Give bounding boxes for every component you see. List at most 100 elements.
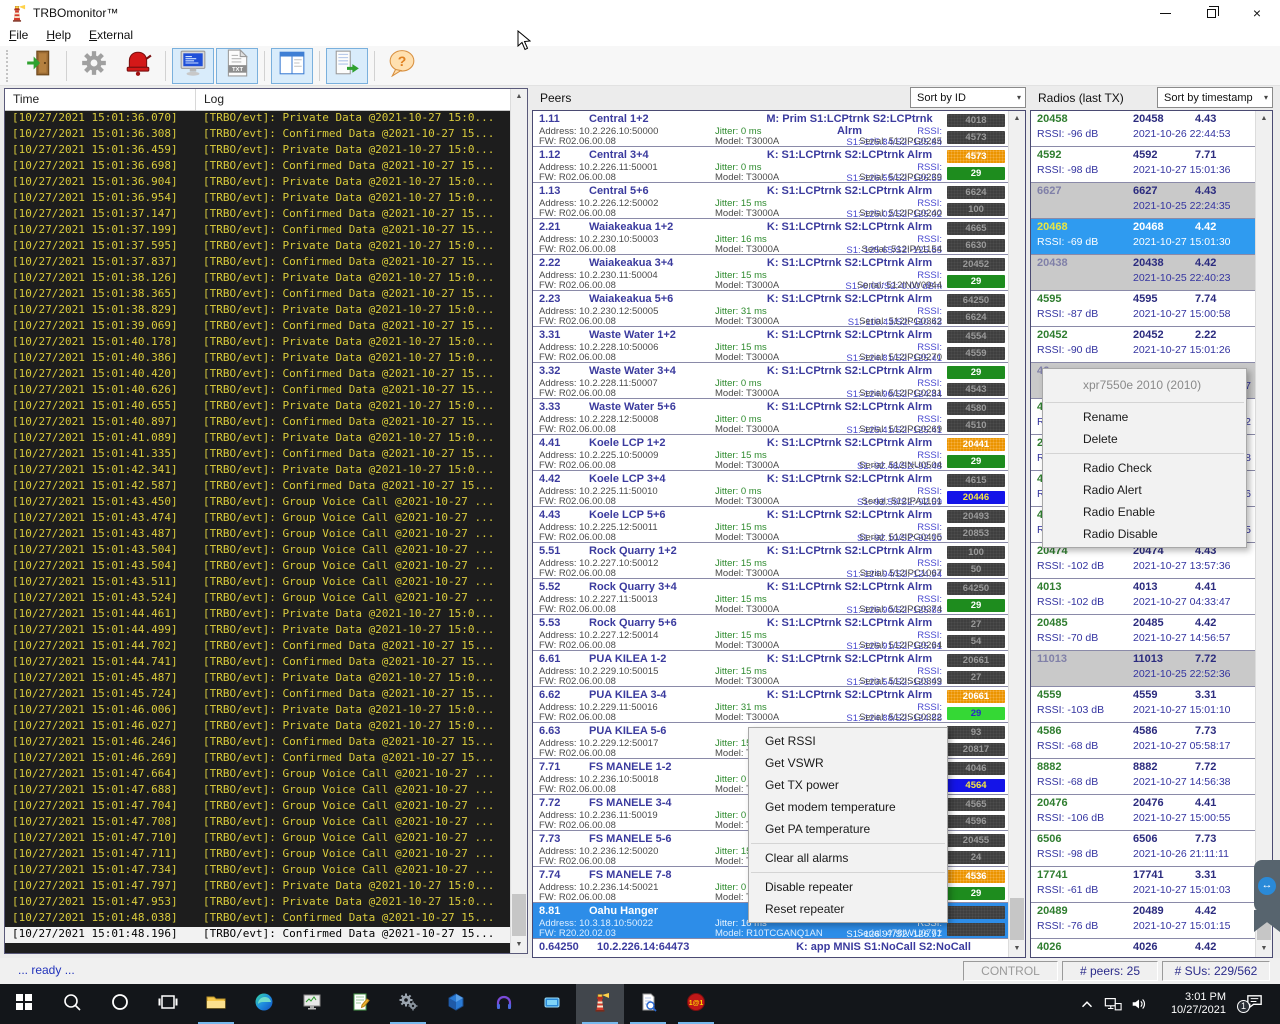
menu-help[interactable]: Help bbox=[37, 26, 80, 46]
log-row[interactable]: [10/27/2021 15:01:40.178][TRBO/evt]: Pri… bbox=[5, 335, 510, 351]
log-row[interactable]: [10/27/2021 15:01:38.365][TRBO/evt]: Con… bbox=[5, 287, 510, 303]
log-column-log[interactable]: Log bbox=[195, 89, 510, 110]
log-row[interactable]: [10/27/2021 15:01:42.587][TRBO/evt]: Con… bbox=[5, 479, 510, 495]
scroll-thumb[interactable] bbox=[512, 894, 526, 936]
peer-row-5-52[interactable]: 5.52Rock Quarry 3+4K: S1:LCPtrnk S2:LCPt… bbox=[533, 579, 1008, 615]
log-row[interactable]: [10/27/2021 15:01:37.595][TRBO/evt]: Pri… bbox=[5, 239, 510, 255]
toolbar-log-monitor-button[interactable] bbox=[172, 48, 214, 84]
scroll-up-arrow-icon[interactable]: ▲ bbox=[1009, 111, 1025, 127]
log-row[interactable]: [10/27/2021 15:01:36.954][TRBO/evt]: Pri… bbox=[5, 191, 510, 207]
radio-row-20438[interactable]: 20438204384.422021-10-25 22:40:23 bbox=[1031, 255, 1255, 291]
taskbar-clock[interactable]: 3:01 PM 10/27/2021 bbox=[1162, 991, 1226, 1017]
taskbar-gears-app-button[interactable] bbox=[384, 984, 432, 1024]
context-menu-item-rename[interactable]: Rename bbox=[1043, 406, 1246, 428]
peer-row-2-23[interactable]: 2.23Waiakeakua 5+6K: S1:LCPtrnk S2:LCPtr… bbox=[533, 291, 1008, 327]
peer-row-1-12[interactable]: 1.12Central 3+4K: S1:LCPtrnk S2:LCPtrnk … bbox=[533, 147, 1008, 183]
log-row[interactable]: [10/27/2021 15:01:47.711][TRBO/evt]: Gro… bbox=[5, 847, 510, 863]
peer-row-4-42[interactable]: 4.42Koele LCP 3+4K: S1:LCPtrnk S2:LCPtrn… bbox=[533, 471, 1008, 507]
context-menu-item-get-tx-power[interactable]: Get TX power bbox=[749, 774, 947, 796]
taskbar-headset-app-button[interactable] bbox=[480, 984, 528, 1024]
context-menu-item-reset-repeater[interactable]: Reset repeater bbox=[749, 898, 947, 920]
log-row[interactable]: [10/27/2021 15:01:43.474][TRBO/evt]: Gro… bbox=[5, 511, 510, 527]
log-row[interactable]: [10/27/2021 15:01:47.797][TRBO/evt]: Pri… bbox=[5, 879, 510, 895]
taskbar-notepad-app-button[interactable] bbox=[336, 984, 384, 1024]
log-row[interactable]: [10/27/2021 15:01:43.504][TRBO/evt]: Gro… bbox=[5, 543, 510, 559]
taskbar-search-button[interactable] bbox=[48, 984, 96, 1024]
context-menu-item-disable-repeater[interactable]: Disable repeater bbox=[749, 876, 947, 898]
menu-file[interactable]: File bbox=[0, 26, 37, 46]
log-row[interactable]: [10/27/2021 15:01:46.269][TRBO/evt]: Con… bbox=[5, 751, 510, 767]
peer-row-3-31[interactable]: 3.31Waste Water 1+2K: S1:LCPtrnk S2:LCPt… bbox=[533, 327, 1008, 363]
log-row[interactable]: [10/27/2021 15:01:37.147][TRBO/evt]: Con… bbox=[5, 207, 510, 223]
radio-row-17741[interactable]: 17741177413.31RSSI: -61 dB2021-10-27 15:… bbox=[1031, 867, 1255, 903]
log-row[interactable]: [10/27/2021 15:01:44.499][TRBO/evt]: Pri… bbox=[5, 623, 510, 639]
log-row[interactable]: [10/27/2021 15:01:36.308][TRBO/evt]: Con… bbox=[5, 127, 510, 143]
log-row[interactable]: [10/27/2021 15:01:47.734][TRBO/evt]: Gro… bbox=[5, 863, 510, 879]
scroll-up-arrow-icon[interactable]: ▲ bbox=[511, 89, 527, 105]
log-row[interactable]: [10/27/2021 15:01:38.829][TRBO/evt]: Pri… bbox=[5, 303, 510, 319]
log-row[interactable]: [10/27/2021 15:01:36.904][TRBO/evt]: Pri… bbox=[5, 175, 510, 191]
toolbar-grip[interactable] bbox=[6, 50, 11, 82]
log-row[interactable]: [10/27/2021 15:01:45.487][TRBO/evt]: Pri… bbox=[5, 671, 510, 687]
radio-row-20489[interactable]: 20489204894.42RSSI: -76 dB2021-10-27 15:… bbox=[1031, 903, 1255, 939]
log-row[interactable]: [10/27/2021 15:01:46.027][TRBO/evt]: Pri… bbox=[5, 719, 510, 735]
radio-row-4559[interactable]: 455945593.31RSSI: -103 dB2021-10-27 15:0… bbox=[1031, 687, 1255, 723]
peer-row-2-22[interactable]: 2.22Waiakeakua 3+4K: S1:LCPtrnk S2:LCPtr… bbox=[533, 255, 1008, 291]
taskbar-edge-button[interactable] bbox=[240, 984, 288, 1024]
log-row[interactable]: [10/27/2021 15:01:43.487][TRBO/evt]: Gro… bbox=[5, 527, 510, 543]
taskbar-trbomonitor-button[interactable] bbox=[576, 984, 624, 1024]
radio-row-4586[interactable]: 458645867.73RSSI: -68 dB2021-10-27 05:58… bbox=[1031, 723, 1255, 759]
log-row[interactable]: [10/27/2021 15:01:47.664][TRBO/evt]: Gro… bbox=[5, 767, 510, 783]
scroll-down-arrow-icon[interactable]: ▼ bbox=[1009, 941, 1025, 957]
toolbar-txt-log-button[interactable]: TXT bbox=[216, 48, 258, 84]
context-menu-item-radio-enable[interactable]: Radio Enable bbox=[1043, 501, 1246, 523]
log-row[interactable]: [10/27/2021 15:01:43.504][TRBO/evt]: Gro… bbox=[5, 559, 510, 575]
log-row[interactable]: [10/27/2021 15:01:40.626][TRBO/evt]: Con… bbox=[5, 383, 510, 399]
scroll-down-arrow-icon[interactable]: ▼ bbox=[511, 937, 527, 953]
context-menu-item-radio-check[interactable]: Radio Check bbox=[1043, 457, 1246, 479]
radios-sort-dropdown[interactable]: Sort by timestamp ▾ bbox=[1157, 87, 1273, 108]
peer-row-5-53[interactable]: 5.53Rock Quarry 5+6K: S1:LCPtrnk S2:LCPt… bbox=[533, 615, 1008, 651]
taskbar-start-button[interactable] bbox=[0, 984, 48, 1024]
radio-row-20452[interactable]: 20452204522.22RSSI: -90 dB2021-10-27 15:… bbox=[1031, 327, 1255, 363]
log-row[interactable]: [10/27/2021 15:01:38.126][TRBO/evt]: Pri… bbox=[5, 271, 510, 287]
peer-row-3-32[interactable]: 3.32Waste Water 3+4K: S1:LCPtrnk S2:LCPt… bbox=[533, 363, 1008, 399]
radio-row-6506[interactable]: 650665067.73RSSI: -98 dB2021-10-26 21:11… bbox=[1031, 831, 1255, 867]
peers-footer-row[interactable]: 0.6425010.2.226.14:64473K: app MNIS S1:N… bbox=[533, 939, 1008, 957]
log-column-time[interactable]: Time bbox=[5, 89, 195, 110]
scroll-up-arrow-icon[interactable]: ▲ bbox=[1256, 111, 1272, 127]
log-row[interactable]: [10/27/2021 15:01:36.459][TRBO/evt]: Pri… bbox=[5, 143, 510, 159]
radio-row-20485[interactable]: 20485204854.42RSSI: -70 dB2021-10-27 14:… bbox=[1031, 615, 1255, 651]
log-row[interactable]: [10/27/2021 15:01:37.199][TRBO/evt]: Con… bbox=[5, 223, 510, 239]
log-row[interactable]: [10/27/2021 15:01:40.386][TRBO/evt]: Pri… bbox=[5, 351, 510, 367]
log-row[interactable]: [10/27/2021 15:01:36.070][TRBO/evt]: Pri… bbox=[5, 111, 510, 127]
context-menu-item-get-vswr[interactable]: Get VSWR bbox=[749, 752, 947, 774]
action-center-button[interactable]: 1 bbox=[1236, 992, 1272, 1016]
taskbar-mail-app-button[interactable]: 1@1 bbox=[672, 984, 720, 1024]
log-row[interactable]: [10/27/2021 15:01:40.655][TRBO/evt]: Pri… bbox=[5, 399, 510, 415]
minimize-button[interactable] bbox=[1142, 0, 1188, 26]
toolbar-exit-door-button[interactable] bbox=[18, 48, 60, 84]
tray-volume-icon[interactable] bbox=[1126, 995, 1152, 1013]
radio-row-4595[interactable]: 459545957.74RSSI: -87 dB2021-10-27 15:00… bbox=[1031, 291, 1255, 327]
taskbar-task-view-button[interactable] bbox=[144, 984, 192, 1024]
toolbar-split-view-button[interactable] bbox=[271, 48, 313, 84]
toolbar-export-log-button[interactable] bbox=[326, 48, 368, 84]
tray-network-icon[interactable] bbox=[1100, 995, 1126, 1013]
context-menu-item-get-pa-temperature[interactable]: Get PA temperature bbox=[749, 818, 947, 840]
log-row[interactable]: [10/27/2021 15:01:43.524][TRBO/evt]: Gro… bbox=[5, 591, 510, 607]
taskbar-file-explorer-button[interactable] bbox=[192, 984, 240, 1024]
peer-row-2-21[interactable]: 2.21Waiakeakua 1+2K: S1:LCPtrnk S2:LCPtr… bbox=[533, 219, 1008, 255]
radio-row-8882[interactable]: 888288827.72RSSI: -68 dB2021-10-27 14:56… bbox=[1031, 759, 1255, 795]
log-row[interactable]: [10/27/2021 15:01:43.511][TRBO/evt]: Gro… bbox=[5, 575, 510, 591]
peer-row-4-41[interactable]: 4.41Koele LCP 1+2K: S1:LCPtrnk S2:LCPtrn… bbox=[533, 435, 1008, 471]
peer-row-1-13[interactable]: 1.13Central 5+6K: S1:LCPtrnk S2:LCPtrnk … bbox=[533, 183, 1008, 219]
log-row[interactable]: [10/27/2021 15:01:47.708][TRBO/evt]: Gro… bbox=[5, 815, 510, 831]
log-row[interactable]: [10/27/2021 15:01:42.341][TRBO/evt]: Pri… bbox=[5, 463, 510, 479]
restore-button[interactable] bbox=[1188, 0, 1234, 26]
log-scrollbar[interactable]: ▲▼ bbox=[510, 89, 527, 953]
toolbar-alarm-bell-button[interactable] bbox=[117, 48, 159, 84]
radio-row-4026[interactable]: 402640264.42 bbox=[1031, 939, 1255, 957]
peers-sort-dropdown[interactable]: Sort by ID ▾ bbox=[910, 87, 1026, 108]
tray-chevron-up-icon[interactable] bbox=[1074, 995, 1100, 1013]
